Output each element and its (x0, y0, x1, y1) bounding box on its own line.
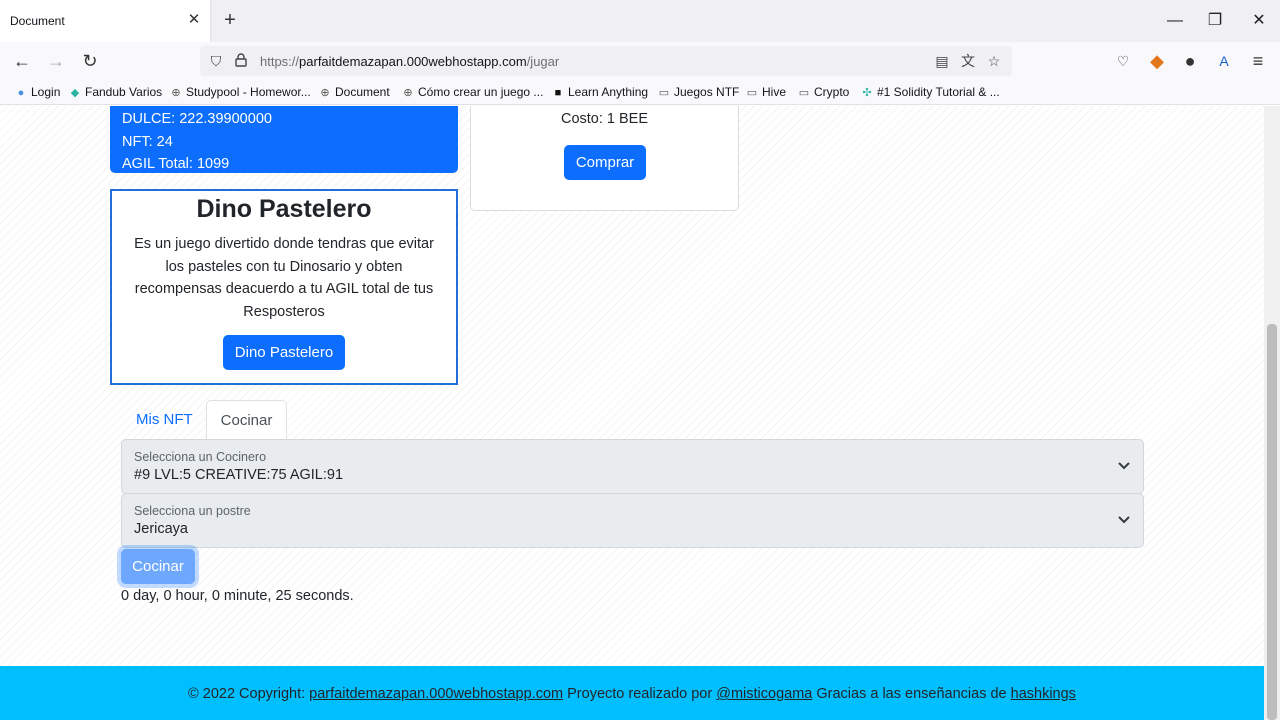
tab-strip: Document ✕ + — ❐ ✕ (0, 0, 1280, 42)
footer-copyright: © 2022 Copyright: (188, 686, 306, 702)
back-icon[interactable]: ← (12, 51, 32, 71)
chef-select-value: #9 LVL:5 CREATIVE:75 AGIL:91 (134, 467, 344, 483)
dulce-balance: DULCE: 222.39900000 (122, 111, 272, 127)
minimize-icon[interactable]: — (1166, 12, 1184, 30)
bookmark-document[interactable]: ⊕ Document (318, 85, 389, 99)
dot-icon: ● (17, 87, 25, 99)
scrollbar-thumb[interactable] (1267, 324, 1277, 720)
forward-icon[interactable]: → (46, 51, 66, 71)
window-close-icon[interactable]: ✕ (1250, 12, 1268, 30)
page-content: DULCE: 222.39900000 NFT: 24 AGIL Total: … (0, 106, 1264, 720)
cost-text: Costo: 1 BEE (560, 111, 649, 127)
menu-icon[interactable]: ≡ (1248, 51, 1268, 71)
chef-select-label: Selecciona un Cocinero (134, 450, 267, 464)
bookmark-hive[interactable]: ▭ Hive (745, 85, 786, 99)
pocket-icon[interactable]: ♡ (1113, 51, 1133, 71)
folder-icon: ▭ (798, 87, 810, 99)
dino-game-card: Dino Pastelero Es un juego divertido don… (110, 189, 458, 385)
app-icon: ◆ (70, 87, 80, 99)
translate-icon[interactable]: 文 (960, 53, 976, 69)
restore-icon[interactable]: ❐ (1206, 12, 1224, 30)
metamask-icon[interactable]: ◆ (1147, 51, 1167, 71)
translator-extension-icon[interactable]: A (1214, 51, 1234, 71)
tab-cocinar[interactable]: Cocinar (206, 400, 287, 439)
address-bar[interactable]: ⛉ https://parfaitdemazapan.000webhostapp… (200, 46, 1012, 76)
bookmark-star-icon[interactable]: ☆ (986, 53, 1002, 69)
footer-project-text: Proyecto realizado por (567, 686, 713, 702)
bookmark-solidity[interactable]: ✣ #1 Solidity Tutorial & ... (860, 85, 999, 99)
browser-window: Document ✕ + — ❐ ✕ ← → ↻ ⛉ https://parfa… (0, 0, 1280, 720)
extension-icon[interactable]: ● (1180, 51, 1200, 71)
bookmark-fandub[interactable]: ◆ Fandub Varios (68, 85, 162, 99)
footer-thanks-text: Gracias a las enseñancias de (816, 686, 1007, 702)
footer: © 2022 Copyright: parfaitdemazapan.000we… (0, 666, 1264, 720)
dino-title: Dino Pastelero (196, 195, 372, 223)
link-icon: ✣ (862, 87, 872, 99)
close-icon[interactable]: ✕ (186, 12, 202, 28)
buy-button[interactable]: Comprar (564, 145, 646, 180)
stats-panel: DULCE: 222.39900000 NFT: 24 AGIL Total: … (110, 106, 458, 173)
dessert-select-label: Selecciona un postre (134, 504, 251, 518)
dino-description: Es un juego divertido donde tendras que … (134, 236, 434, 320)
nav-bar: ← → ↻ ⛉ https://parfaitdemazapan.000webh… (0, 42, 1280, 80)
nft-count: NFT: 24 (122, 133, 173, 150)
dessert-select-value: Jericaya (134, 521, 188, 537)
bookmark-studypool[interactable]: ⊕ Studypool - Homewor... (169, 85, 310, 99)
footer-site-link[interactable]: parfaitdemazapan.000webhostapp.com (309, 686, 563, 702)
cook-timer: 0 day, 0 hour, 0 minute, 25 seconds. (121, 588, 354, 604)
tab-title: Document (10, 14, 65, 28)
new-tab-icon[interactable]: + (220, 10, 240, 30)
globe-icon: ⊕ (403, 87, 413, 99)
dessert-select[interactable]: Selecciona un postre Jericaya (121, 493, 1144, 548)
dino-play-button[interactable]: Dino Pastelero (223, 335, 345, 370)
page-scrollbar[interactable] (1264, 106, 1280, 720)
bookmark-como-crear[interactable]: ⊕ Cómo crear un juego ... (401, 85, 543, 99)
agil-total: AGIL Total: 1099 (122, 156, 230, 172)
reader-view-icon[interactable]: ▤ (934, 53, 950, 69)
tab-mis-nft[interactable]: Mis NFT (121, 400, 208, 439)
globe-icon: ⊕ (171, 87, 181, 99)
shield-icon[interactable]: ⛉ (208, 53, 224, 69)
reload-icon[interactable]: ↻ (80, 51, 100, 71)
lock-icon[interactable] (233, 53, 249, 69)
bookmarks-bar: ● Login ◆ Fandub Varios ⊕ Studypool - Homew… (0, 80, 1280, 105)
chevron-down-icon (1118, 516, 1130, 524)
bookmark-learn-anything[interactable]: ■ Learn Anything (551, 85, 648, 99)
browser-tab[interactable]: Document ✕ (0, 0, 210, 42)
bookmark-login[interactable]: ● Login (14, 85, 61, 99)
footer-author-link[interactable]: @misticogama (716, 686, 812, 702)
chevron-down-icon (1118, 462, 1130, 470)
map-icon: ■ (554, 87, 562, 99)
cocinar-button[interactable]: Cocinar (121, 549, 195, 584)
globe-icon: ⊕ (320, 87, 330, 99)
shop-card: Costo: 1 BEE Comprar (470, 106, 739, 211)
bookmark-juegos-ntf[interactable]: ▭ Juegos NTF (657, 85, 740, 99)
bookmark-crypto[interactable]: ▭ Crypto (797, 85, 850, 99)
chef-select[interactable]: Selecciona un Cocinero #9 LVL:5 CREATIVE… (121, 439, 1144, 494)
footer-credit-link[interactable]: hashkings (1011, 686, 1076, 702)
folder-icon: ▭ (746, 87, 758, 99)
folder-icon: ▭ (658, 87, 670, 99)
nft-tabs: Mis NFT Cocinar (121, 400, 1143, 439)
url-text[interactable]: https://parfaitdemazapan.000webhostapp.c… (260, 54, 559, 69)
